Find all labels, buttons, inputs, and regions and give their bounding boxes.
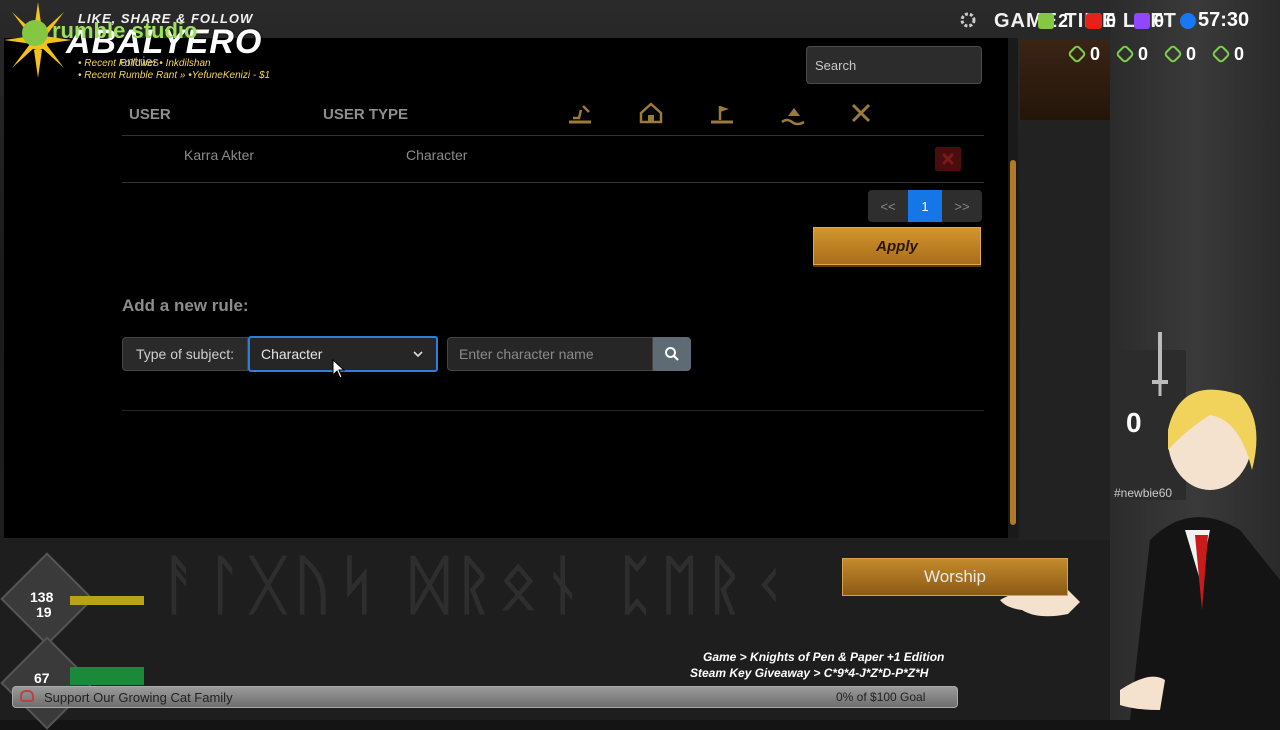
link-count-2: 0 <box>1138 44 1149 64</box>
add-rule-heading: Add a new rule: <box>122 296 249 315</box>
field-flag-icon <box>711 106 733 124</box>
game-title-line: Game > Knights of Pen & Paper +1 Edition <box>703 650 945 664</box>
mouse-cursor-icon <box>332 359 346 379</box>
twitch-icon <box>1134 13 1150 29</box>
subject-type-value: Character <box>261 346 323 362</box>
table-search-input[interactable] <box>806 46 982 84</box>
search-icon <box>665 347 679 361</box>
character-search-button[interactable] <box>653 337 691 371</box>
rule-divider <box>122 410 984 411</box>
house-icon <box>639 102 663 124</box>
xp-bar <box>70 596 144 605</box>
recent-rant-ticker: • Recent Rumble Rant » •YefuneKenizi - $… <box>78 70 271 81</box>
rumble-viewer-count: 2 <box>1058 11 1069 31</box>
recent-follower-ticker: • Recent Follower • Inkdilshan <box>78 58 211 69</box>
pagination-page-1[interactable]: 1 <box>908 190 942 222</box>
worship-button[interactable]: Worship <box>842 558 1068 596</box>
chevron-down-icon <box>413 351 423 358</box>
table-row-divider <box>122 182 984 183</box>
sea-icon <box>781 108 805 126</box>
pagination-prev-button[interactable]: << <box>868 190 908 222</box>
youtube-icon <box>1086 13 1102 29</box>
stream-clock: 57:30 <box>1198 9 1250 31</box>
goal-progress: 0% of $100 Goal <box>836 690 926 704</box>
column-header-user[interactable]: USER <box>129 106 171 123</box>
stat-bottom-value: 67 <box>34 670 50 686</box>
stat-top-value: 138 <box>30 589 54 605</box>
cat-cup-icon <box>20 690 34 702</box>
facebook-icon <box>1180 13 1196 29</box>
rumble-icon <box>1038 13 1054 29</box>
close-icon <box>941 152 955 166</box>
apply-button[interactable]: Apply <box>813 227 981 265</box>
rumble-icon <box>22 20 48 46</box>
link-count-1: 0 <box>1090 44 1101 64</box>
twitch-viewer-count: 0 <box>1154 11 1165 31</box>
deny-icon <box>851 103 871 123</box>
vtuber-avatar <box>1120 389 1280 720</box>
row-user-type-cell: Character <box>406 147 468 163</box>
land-icon <box>569 105 591 124</box>
link-count-4: 0 <box>1234 44 1245 64</box>
pagination-next-button[interactable]: >> <box>942 190 982 222</box>
table-header-divider <box>122 135 984 136</box>
goal-label: Support Our Growing Cat Family <box>44 690 233 705</box>
delete-rule-button[interactable] <box>935 147 961 171</box>
scrollbar-thumb[interactable] <box>1010 160 1016 525</box>
character-name-input[interactable] <box>447 337 653 371</box>
gear-icon <box>960 12 976 28</box>
youtube-viewer-count: 0 <box>1106 11 1117 31</box>
health-bar <box>70 667 144 685</box>
link-count-3: 0 <box>1186 44 1197 64</box>
stat-sub-value: 19 <box>36 604 52 620</box>
subject-type-label: Type of subject: <box>122 337 248 371</box>
rumble-studio-logo: rumble studio <box>52 18 198 43</box>
column-header-user-type[interactable]: USER TYPE <box>323 106 408 123</box>
giveaway-line: Steam Key Giveaway > C*9*4-J*Z*D-P*Z*H <box>690 666 929 680</box>
row-user-cell: Karra Akter <box>184 147 255 163</box>
